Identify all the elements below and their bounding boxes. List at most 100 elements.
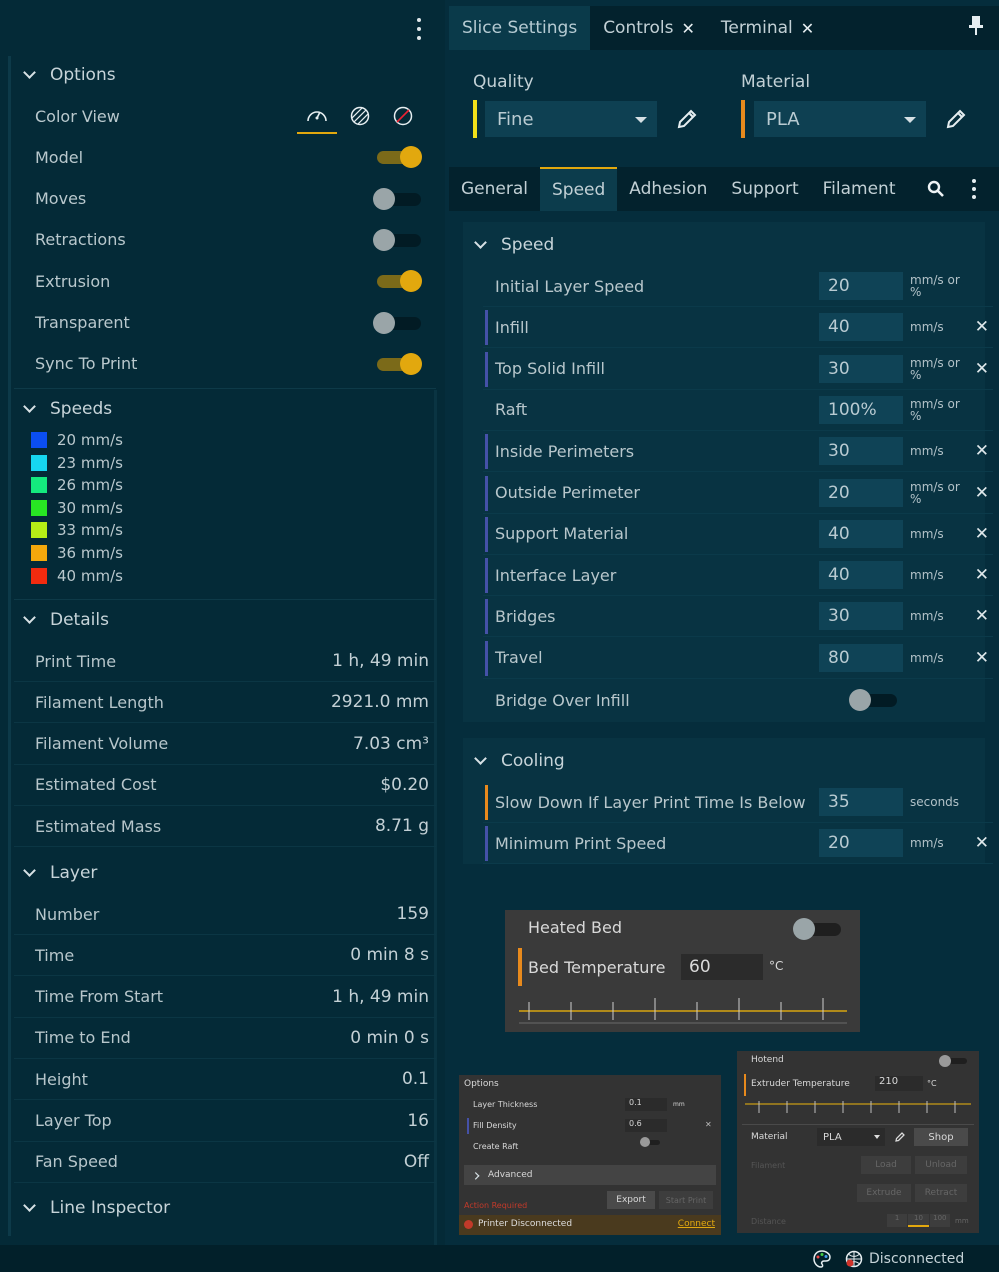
action-required-label: Action Required <box>464 1201 528 1210</box>
subtab-filament[interactable]: Filament <box>811 167 908 211</box>
speed-legend-item: 20 mm/s <box>31 429 123 451</box>
speed-section-header[interactable]: Speed <box>475 230 554 260</box>
material-dropdown[interactable]: PLA <box>754 101 926 137</box>
reset-close-icon[interactable]: ✕ <box>975 359 989 379</box>
cooling-section-header[interactable]: Cooling <box>475 746 565 776</box>
search-icon[interactable] <box>927 180 945 198</box>
setting-input[interactable]: 40 <box>819 561 903 590</box>
hotend-title: Hotend <box>751 1055 784 1065</box>
slashed-circle-icon[interactable] <box>383 98 423 134</box>
model-toggle[interactable] <box>373 145 423 169</box>
more-menu-icon[interactable] <box>971 179 977 199</box>
reset-close-icon[interactable]: ✕ <box>975 317 989 337</box>
reset-close-icon[interactable]: ✕ <box>975 833 989 853</box>
toggle-knob <box>373 228 395 251</box>
modified-indicator <box>485 785 488 820</box>
quality-dropdown[interactable]: Fine <box>485 101 657 137</box>
setting-label: Outside Perimeter <box>495 483 640 502</box>
bed-temperature-slider[interactable] <box>517 992 849 1024</box>
load-button[interactable]: Load <box>861 1156 911 1174</box>
advanced-expander[interactable]: Advanced <box>464 1165 716 1185</box>
setting-input[interactable]: 40 <box>819 313 903 342</box>
extrude-button[interactable]: Extrude <box>857 1184 911 1202</box>
striped-circle-icon[interactable] <box>340 98 380 134</box>
printer-disconnected-icon[interactable] <box>845 1250 863 1268</box>
hotend-material-dropdown[interactable]: PLA <box>817 1128 885 1146</box>
distance-option[interactable]: 100 <box>929 1214 950 1227</box>
retractions-toggle[interactable] <box>373 228 423 252</box>
color-swatch <box>31 567 47 584</box>
line-inspector-section-header[interactable]: Line Inspector <box>24 1193 170 1223</box>
reset-close-icon[interactable]: ✕ <box>975 524 989 544</box>
export-button[interactable]: Export <box>607 1191 655 1209</box>
setting-input[interactable]: 80 <box>819 643 903 672</box>
setting-row-minimum-print-speed: Minimum Print Speed 20 mm/s ✕ <box>483 823 993 865</box>
heated-bed-toggle[interactable] <box>793 917 843 941</box>
thumb-input[interactable]: 0.1 <box>625 1098 667 1111</box>
setting-input[interactable]: 20 <box>819 478 903 507</box>
connect-link[interactable]: Connect <box>678 1219 715 1229</box>
edit-quality-pencil-icon[interactable] <box>675 107 699 131</box>
tab-slice-settings[interactable]: Slice Settings <box>449 6 591 50</box>
edit-material-pencil-icon[interactable] <box>944 107 968 131</box>
reset-close-icon[interactable]: ✕ <box>975 441 989 461</box>
layer-row-time-to-end: Time to End 0 min 0 s <box>14 1018 436 1059</box>
speed-legend-label: 23 mm/s <box>57 453 123 472</box>
cooling-section-title: Cooling <box>501 751 565 771</box>
setting-input[interactable]: 40 <box>819 519 903 548</box>
bridge-over-infill-toggle[interactable] <box>849 688 899 712</box>
retract-button[interactable]: Retract <box>915 1184 967 1202</box>
details-section-header[interactable]: Details <box>24 605 109 635</box>
setting-unit: mm/s <box>910 320 944 335</box>
setting-input[interactable]: 30 <box>819 437 903 466</box>
hotend-toggle[interactable] <box>939 1055 969 1067</box>
close-icon[interactable]: ✕ <box>801 19 814 38</box>
reset-close-icon[interactable]: ✕ <box>975 648 989 668</box>
options-section-header[interactable]: Options <box>24 60 116 90</box>
more-menu-icon[interactable] <box>415 18 423 40</box>
reset-close-icon[interactable]: ✕ <box>975 565 989 585</box>
reset-close-icon[interactable]: ✕ <box>975 483 989 503</box>
moves-toggle[interactable] <box>373 187 423 211</box>
thumb-input[interactable]: 0.6 <box>625 1119 667 1132</box>
subtab-speed[interactable]: Speed <box>540 167 618 211</box>
distance-option[interactable]: 1 <box>887 1214 908 1227</box>
speed-gauge-icon[interactable] <box>297 98 337 134</box>
setting-input[interactable]: 20 <box>819 829 903 858</box>
tab-controls[interactable]: Controls ✕ <box>590 6 708 50</box>
start-print-button[interactable]: Start Print <box>659 1191 713 1209</box>
extrusion-toggle[interactable] <box>373 269 423 293</box>
material-label: Material <box>741 72 811 92</box>
setting-input[interactable]: 100% <box>819 395 903 424</box>
subtab-support[interactable]: Support <box>719 167 810 211</box>
setting-row-top-solid-infill: Top Solid Infill 30 mm/s or % ✕ <box>483 349 993 390</box>
reset-close-icon[interactable]: ✕ <box>975 606 989 626</box>
close-icon[interactable]: ✕ <box>682 19 695 38</box>
distance-option[interactable]: 10 <box>908 1214 929 1227</box>
modified-indicator <box>485 558 488 594</box>
subtab-general[interactable]: General <box>449 167 540 211</box>
setting-input[interactable]: 35 <box>819 788 903 816</box>
setting-input[interactable]: 30 <box>819 602 903 631</box>
unload-button[interactable]: Unload <box>915 1156 967 1174</box>
transparent-toggle[interactable] <box>373 311 423 335</box>
speeds-section-header[interactable]: Speeds <box>24 394 112 424</box>
chevron-down-icon <box>904 117 916 123</box>
sync-to-print-toggle[interactable] <box>373 352 423 376</box>
shop-button[interactable]: Shop <box>914 1128 968 1146</box>
tab-terminal[interactable]: Terminal ✕ <box>708 6 827 50</box>
divider <box>742 1124 974 1125</box>
pin-icon[interactable] <box>969 14 983 36</box>
subtab-adhesion[interactable]: Adhesion <box>617 167 719 211</box>
edit-pencil-icon[interactable] <box>894 1131 906 1143</box>
setting-input[interactable]: 30 <box>819 354 903 383</box>
layer-section-header[interactable]: Layer <box>24 858 97 888</box>
setting-input[interactable]: 20 <box>819 272 903 300</box>
extruder-temperature-slider[interactable] <box>743 1097 973 1119</box>
distance-selector[interactable]: 1 10 100 <box>887 1214 951 1227</box>
reset-close-icon[interactable]: ✕ <box>705 1120 712 1129</box>
bed-temperature-input[interactable]: 60 <box>681 954 763 980</box>
palette-icon[interactable] <box>813 1250 831 1268</box>
color-swatch <box>31 522 47 539</box>
extruder-temperature-input[interactable]: 210 <box>875 1076 923 1091</box>
